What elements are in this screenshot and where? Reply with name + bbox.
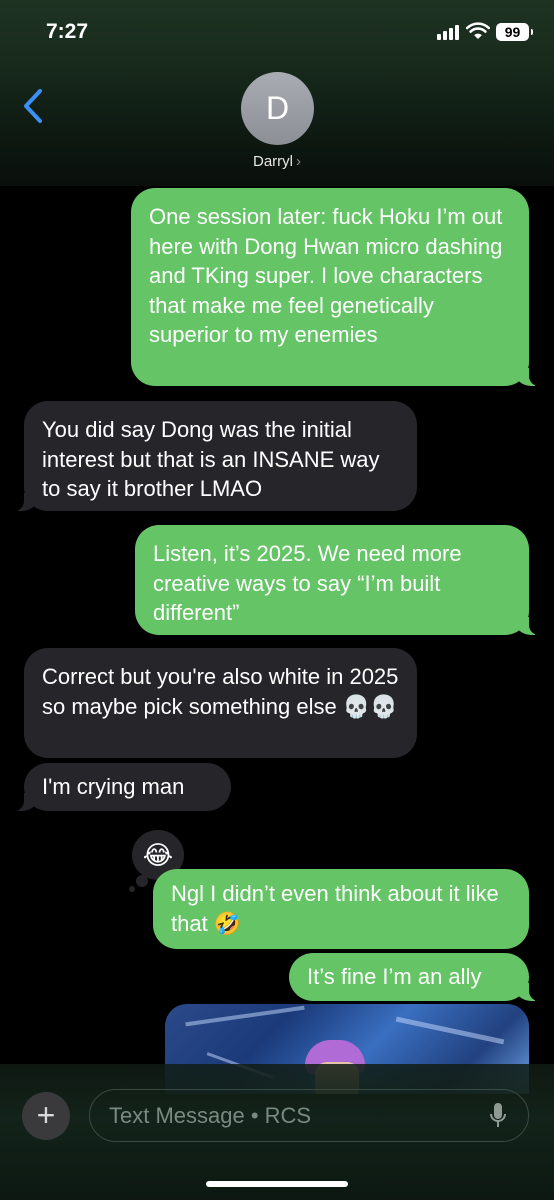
battery-icon: 99 <box>496 23 533 41</box>
message-bubble-received[interactable]: I'm crying man <box>12 763 231 811</box>
home-indicator[interactable] <box>206 1181 348 1187</box>
tapback-tail <box>136 875 148 887</box>
message-text: You did say Dong was the initial interes… <box>42 417 380 501</box>
message-text: It’s fine I’m an ally <box>307 964 482 989</box>
message-text: Ngl I didn’t even think about it like th… <box>171 881 499 936</box>
message-bubble-received[interactable]: Correct but you're also white in 2025 so… <box>24 648 417 758</box>
message-input[interactable] <box>89 1089 529 1142</box>
tapback-tail <box>129 886 135 892</box>
message-bubble-received[interactable]: You did say Dong was the initial interes… <box>12 401 417 511</box>
status-time: 7:27 <box>46 20 89 43</box>
message-text: Listen, it’s 2025. We need more creative… <box>153 541 462 625</box>
message-text: I'm crying man <box>42 774 185 799</box>
contact-name: Darryl <box>253 153 293 170</box>
contact-avatar[interactable]: D <box>241 72 314 145</box>
message-text: One session later: fuck Hoku I’m out her… <box>149 204 503 347</box>
message-bubble-sent[interactable]: One session later: fuck Hoku I’m out her… <box>131 188 541 386</box>
message-bubble-sent[interactable]: Listen, it’s 2025. We need more creative… <box>135 525 541 635</box>
chevron-right-icon: › <box>296 153 301 170</box>
message-text: Correct but you're also white in 2025 so… <box>42 664 399 719</box>
conversation-header: 7:27 99 D Darryl › <box>0 0 554 186</box>
plus-icon[interactable]: + <box>22 1092 70 1140</box>
message-bubble-sent[interactable]: Ngl I didn’t even think about it like th… <box>153 869 529 949</box>
wifi-icon <box>466 22 490 39</box>
message-bubble-sent[interactable]: It’s fine I’m an ally <box>289 953 541 1001</box>
back-chevron-icon[interactable] <box>22 88 44 124</box>
microphone-icon[interactable] <box>489 1102 507 1130</box>
contact-name-button[interactable]: Darryl › <box>0 153 554 170</box>
cellular-signal-icon <box>437 24 459 40</box>
